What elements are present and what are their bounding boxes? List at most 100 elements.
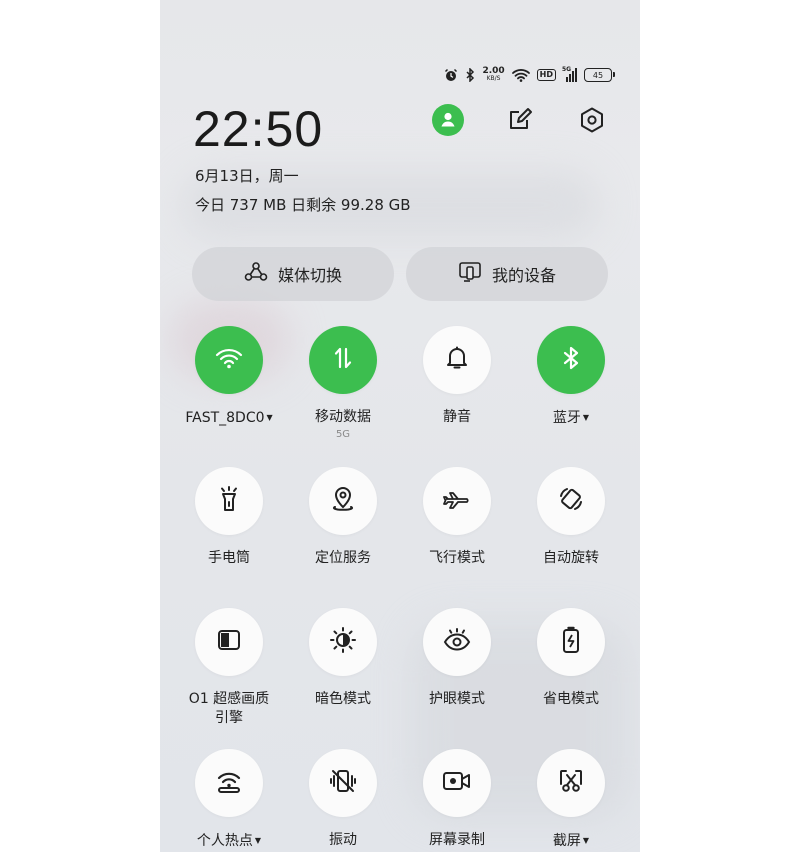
- flashlight-icon: [217, 485, 241, 517]
- screen-record-icon: [442, 769, 472, 797]
- edit-button[interactable]: [502, 104, 538, 140]
- airplane-icon: [443, 487, 471, 515]
- tile-label: 定位服务: [315, 550, 371, 566]
- vibrate-icon: [329, 767, 357, 799]
- tile-silent[interactable]: 静音: [400, 326, 514, 427]
- tile-wifi[interactable]: FAST_8DC0 ▼: [172, 326, 286, 428]
- tile-display-engine[interactable]: O1 超感画质 引擎: [172, 608, 286, 728]
- tile-label: 移动数据: [315, 409, 371, 425]
- my-devices-button[interactable]: 我的设备: [406, 247, 608, 301]
- dark-mode-icon: [329, 626, 357, 658]
- tile-eye-comfort[interactable]: 护眼模式: [400, 608, 514, 709]
- tile-display-engine-label: O1 超感画质: [188, 691, 270, 707]
- wifi-icon: [215, 346, 243, 374]
- dropdown-arrow-icon: ▼: [254, 836, 262, 845]
- tile-label: 个人热点 ▼: [172, 831, 286, 851]
- tile-bluetooth[interactable]: 蓝牙 ▼: [514, 326, 628, 428]
- hotspot-icon: [215, 768, 243, 798]
- net-speed-value: 2.00: [482, 66, 505, 76]
- tile-wifi-toggle[interactable]: [195, 326, 263, 394]
- tile-label: 截屏 ▼: [514, 831, 628, 851]
- settings-button[interactable]: [574, 104, 610, 140]
- tile-label: 静音: [443, 409, 471, 425]
- tile-label: O1 超感画质 引擎: [172, 690, 286, 728]
- dropdown-arrow-icon: ▼: [582, 836, 590, 845]
- tile-display-engine-toggle[interactable]: [195, 608, 263, 676]
- bluetooth-icon: [561, 345, 581, 375]
- clock[interactable]: 22:50: [193, 100, 323, 158]
- tile-mobile-data-toggle[interactable]: [309, 326, 377, 394]
- tile-airplane[interactable]: 飞行模式: [400, 467, 514, 568]
- data-usage-text[interactable]: 今日 737 MB 日剩余 99.28 GB: [195, 194, 411, 215]
- bell-icon: [444, 345, 470, 375]
- tile-label: 振动: [329, 832, 357, 848]
- tile-wifi-label: FAST_8DC0: [185, 410, 265, 426]
- tile-vibrate[interactable]: 振动: [286, 749, 400, 850]
- date-text[interactable]: 6月13日，周一: [195, 165, 299, 186]
- tile-screen-record-toggle[interactable]: [423, 749, 491, 817]
- tile-flashlight-toggle[interactable]: [195, 467, 263, 535]
- tile-label: 护眼模式: [429, 691, 485, 707]
- tile-label: 省电模式: [543, 691, 599, 707]
- tile-dark-mode-toggle[interactable]: [309, 608, 377, 676]
- tile-hotspot-label: 个人热点: [196, 833, 253, 849]
- tile-mobile-data[interactable]: 移动数据 5G: [286, 326, 400, 440]
- tile-screenshot-toggle[interactable]: [537, 749, 605, 817]
- network-type: 5G: [562, 66, 572, 73]
- dropdown-arrow-icon: ▼: [266, 413, 273, 422]
- tile-sublabel: 5G: [335, 429, 351, 440]
- tile-label: 暗色模式: [315, 691, 371, 707]
- battery-icon: 45: [584, 68, 615, 82]
- display-engine-icon: [216, 628, 242, 656]
- location-icon: [330, 485, 356, 517]
- tile-battery-saver-toggle[interactable]: [537, 608, 605, 676]
- tile-display-engine-label-2: 引擎: [215, 710, 243, 726]
- edit-icon: [507, 107, 533, 137]
- tile-bluetooth-label: 蓝牙: [552, 410, 581, 426]
- tile-battery-saver[interactable]: 省电模式: [514, 608, 628, 709]
- media-switch-button[interactable]: 媒体切换: [192, 247, 394, 301]
- battery-level: 45: [592, 70, 604, 80]
- user-button[interactable]: [430, 104, 466, 140]
- control-center: 2.00 KB/S HD 5G 45 22:50 6月13日，周一 今日 737…: [160, 0, 640, 852]
- wifi-icon: [511, 68, 530, 82]
- tile-flashlight[interactable]: 手电筒: [172, 467, 286, 568]
- tile-label: 自动旋转: [543, 550, 599, 566]
- tile-screenshot[interactable]: 截屏 ▼: [514, 749, 628, 851]
- screenshot-icon: [557, 767, 585, 799]
- signal-icon: 5G: [562, 66, 577, 82]
- media-switch-label: 媒体切换: [277, 266, 342, 285]
- battery-saver-icon: [561, 626, 581, 658]
- tile-hotspot-toggle[interactable]: [195, 749, 263, 817]
- tile-location-toggle[interactable]: [309, 467, 377, 535]
- tile-airplane-toggle[interactable]: [423, 467, 491, 535]
- my-devices-icon: [458, 261, 482, 287]
- tile-bluetooth-toggle[interactable]: [537, 326, 605, 394]
- status-bar: 2.00 KB/S HD 5G 45: [444, 64, 615, 86]
- tile-screenshot-label: 截屏: [552, 833, 581, 849]
- user-icon: [432, 104, 464, 140]
- tile-location[interactable]: 定位服务: [286, 467, 400, 568]
- bluetooth-icon: [465, 68, 475, 82]
- tile-silent-toggle[interactable]: [423, 326, 491, 394]
- dropdown-arrow-icon: ▼: [582, 413, 590, 422]
- tile-auto-rotate-toggle[interactable]: [537, 467, 605, 535]
- hd-badge: HD: [536, 69, 556, 81]
- tile-screen-record[interactable]: 屏幕录制: [400, 749, 514, 850]
- tile-label: 飞行模式: [429, 550, 485, 566]
- tile-eye-comfort-toggle[interactable]: [423, 608, 491, 676]
- mobile-data-icon: [331, 346, 355, 374]
- tile-label: 屏幕录制: [429, 832, 485, 848]
- tile-hotspot[interactable]: 个人热点 ▼: [172, 749, 286, 851]
- tile-label: 手电筒: [208, 550, 250, 566]
- tile-auto-rotate[interactable]: 自动旋转: [514, 467, 628, 568]
- tile-label: FAST_8DC0 ▼: [172, 408, 286, 428]
- eye-icon: [442, 627, 472, 657]
- my-devices-label: 我的设备: [491, 266, 556, 285]
- media-switch-icon: [244, 261, 268, 287]
- tile-dark-mode[interactable]: 暗色模式: [286, 608, 400, 709]
- tile-label: 蓝牙 ▼: [514, 408, 628, 428]
- settings-icon: [578, 106, 606, 138]
- tile-vibrate-toggle[interactable]: [309, 749, 377, 817]
- alarm-icon: [444, 68, 458, 82]
